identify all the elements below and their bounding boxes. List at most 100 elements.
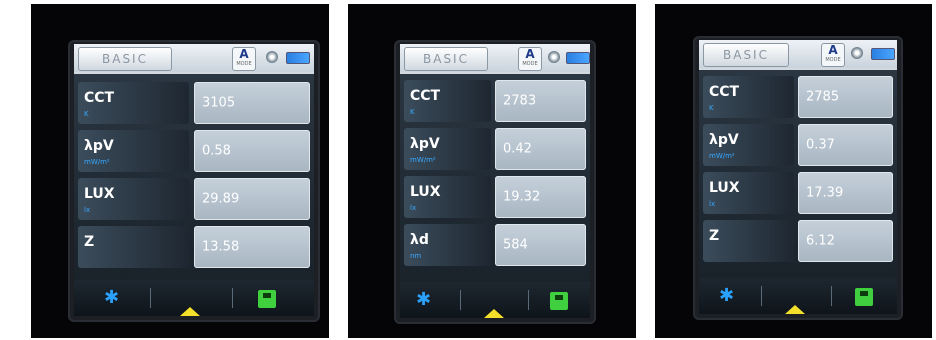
gear-icon[interactable]: ✱	[719, 287, 734, 305]
tab-basic[interactable]: BASIC	[404, 47, 488, 71]
battery-icon	[286, 52, 310, 64]
readings-area: CCT K 3105 λpV mW/m² 0.58 LUX lx 29.89 Z…	[74, 74, 314, 280]
save-icon[interactable]	[550, 292, 568, 310]
reading-unit: K	[709, 104, 714, 112]
reading-name: CCT	[709, 84, 740, 100]
mode-letter: A	[239, 47, 249, 61]
mode-letter: A	[828, 43, 838, 57]
status-bar: BASIC A MODE	[74, 44, 314, 72]
status-bar: BASIC A MODE	[699, 40, 897, 68]
reading-label: λpV mW/m²	[78, 130, 190, 172]
mode-sub-label: MODE	[522, 61, 538, 67]
divider	[831, 286, 832, 306]
light-sensor-icon	[266, 51, 278, 63]
divider	[528, 290, 529, 310]
reading-value: 6.12	[806, 233, 835, 249]
divider	[150, 288, 151, 308]
reading-label: LUX lx	[78, 178, 190, 220]
screen-2: BASIC A MODE CCT K 2783 λpV mW/m² 0.42 L…	[400, 44, 590, 318]
mode-icon[interactable]: A MODE	[232, 47, 256, 71]
mode-sub-label: MODE	[236, 61, 252, 67]
light-sensor-icon	[548, 51, 560, 63]
reading-label: LUX lx	[404, 176, 492, 218]
reading-row: λpV mW/m² 0.37	[703, 124, 893, 166]
bottom-toolbar: ✱	[74, 280, 314, 316]
mode-icon[interactable]: A MODE	[821, 43, 845, 67]
reading-row: CCT K 2783	[404, 80, 586, 122]
save-icon[interactable]	[855, 288, 873, 306]
reading-row: λpV mW/m² 0.42	[404, 128, 586, 170]
reading-value-box: 0.37	[798, 124, 893, 166]
tab-basic[interactable]: BASIC	[703, 43, 789, 67]
bottom-toolbar: ✱	[400, 282, 590, 318]
reading-value-box: 13.58	[194, 226, 310, 268]
reading-label: Z	[78, 226, 190, 268]
mode-sub-label: MODE	[825, 57, 841, 63]
screen-3: BASIC A MODE CCT K 2785 λpV mW/m² 0.37 L…	[699, 40, 897, 314]
divider	[761, 286, 762, 306]
photo-3: BASIC A MODE CCT K 2785 λpV mW/m² 0.37 L…	[655, 4, 932, 338]
battery-icon	[566, 52, 590, 64]
reading-label: λpV mW/m²	[404, 128, 492, 170]
reading-value: 17.39	[806, 185, 844, 201]
reading-value: 2783	[503, 93, 537, 109]
reading-unit: mW/m²	[84, 158, 110, 166]
device-1: BASIC A MODE CCT K 3105 λpV mW/m² 0.58 L…	[68, 40, 320, 322]
reading-value-box: 29.89	[194, 178, 310, 220]
reading-row: λpV mW/m² 0.58	[78, 130, 310, 172]
reading-label: λd nm	[404, 224, 492, 266]
reading-value-box: 2785	[798, 76, 893, 118]
reading-unit: K	[410, 108, 415, 116]
reading-value-box: 584	[495, 224, 586, 266]
reading-value: 3105	[202, 95, 236, 111]
bottom-toolbar: ✱	[699, 278, 897, 314]
reading-value: 19.32	[503, 189, 541, 205]
reading-value-box: 17.39	[798, 172, 893, 214]
save-icon[interactable]	[258, 290, 276, 308]
reading-name: LUX	[709, 180, 740, 196]
readings-area: CCT K 2785 λpV mW/m² 0.37 LUX lx 17.39 Z…	[699, 70, 897, 278]
reading-row: LUX lx 29.89	[78, 178, 310, 220]
reading-label: CCT K	[703, 76, 795, 118]
reading-label: LUX lx	[703, 172, 795, 214]
reading-value-box: 3105	[194, 82, 310, 124]
device-2: BASIC A MODE CCT K 2783 λpV mW/m² 0.42 L…	[394, 40, 596, 324]
tab-basic[interactable]: BASIC	[78, 47, 172, 71]
reading-value: 13.58	[202, 239, 240, 255]
reading-name: LUX	[84, 186, 115, 202]
reading-name: CCT	[84, 90, 115, 106]
mode-letter: A	[525, 47, 535, 61]
reading-unit: lx	[84, 206, 91, 214]
readings-area: CCT K 2783 λpV mW/m² 0.42 LUX lx 19.32 λ…	[400, 74, 590, 282]
reading-name: λpV	[84, 138, 114, 154]
reading-name: λd	[410, 232, 429, 248]
reading-row: LUX lx 19.32	[404, 176, 586, 218]
status-bar: BASIC A MODE	[400, 44, 590, 72]
reading-row: Z 6.12	[703, 220, 893, 262]
screen-1: BASIC A MODE CCT K 3105 λpV mW/m² 0.58 L…	[74, 44, 314, 316]
divider	[460, 290, 461, 310]
mode-icon[interactable]: A MODE	[518, 47, 542, 71]
reading-name: λpV	[709, 132, 739, 148]
reading-name: LUX	[410, 184, 441, 200]
gear-icon[interactable]: ✱	[104, 289, 119, 307]
reading-unit: K	[84, 110, 89, 118]
battery-icon	[871, 48, 895, 60]
reading-unit: mW/m²	[410, 156, 436, 164]
reading-unit: lx	[709, 200, 716, 208]
reading-value-box: 0.58	[194, 130, 310, 172]
reading-name: CCT	[410, 88, 441, 104]
reading-value-box: 0.42	[495, 128, 586, 170]
reading-value: 0.42	[503, 141, 532, 157]
reading-label: Z	[703, 220, 795, 262]
reading-value-box: 2783	[495, 80, 586, 122]
reading-label: CCT K	[404, 80, 492, 122]
reading-name: Z	[84, 234, 95, 250]
reading-value-box: 6.12	[798, 220, 893, 262]
reading-value-box: 19.32	[495, 176, 586, 218]
device-3: BASIC A MODE CCT K 2785 λpV mW/m² 0.37 L…	[693, 36, 903, 320]
reading-name: Z	[709, 228, 720, 244]
reading-unit: nm	[410, 252, 422, 260]
gear-icon[interactable]: ✱	[416, 291, 431, 309]
reading-row: LUX lx 17.39	[703, 172, 893, 214]
